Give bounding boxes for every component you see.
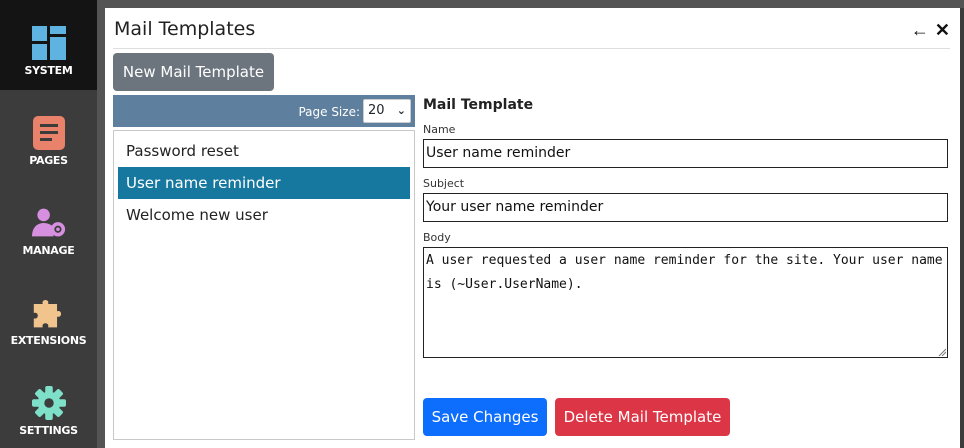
top-border: [105, 0, 964, 8]
pages-icon: [32, 116, 66, 150]
mail-template-list: Password reset User name reminder Welcom…: [113, 130, 415, 440]
sidebar: SYSTEM PAGES MANAGE EXTENSIONS SETTINGS: [0, 0, 97, 448]
page-size-value: 20: [368, 103, 385, 118]
sidebar-item-settings[interactable]: SETTINGS: [0, 360, 97, 448]
list-item[interactable]: Welcome new user: [118, 199, 410, 231]
gear-icon: [31, 386, 66, 420]
divider: [113, 48, 950, 49]
subject-field[interactable]: Your user name reminder: [423, 193, 948, 222]
form-title: Mail Template: [423, 97, 534, 113]
sidebar-item-label: MANAGE: [22, 244, 75, 257]
arrow-left-icon[interactable]: ←: [911, 20, 929, 40]
sidebar-item-label: SETTINGS: [19, 424, 78, 437]
body-textarea[interactable]: A user requested a user name reminder fo…: [423, 247, 948, 358]
body-label: Body: [423, 231, 451, 244]
list-item[interactable]: Password reset: [118, 135, 410, 167]
list-item[interactable]: User name reminder: [118, 167, 410, 199]
page-size-select[interactable]: 20 ⌄: [363, 99, 411, 123]
new-mail-template-button[interactable]: New Mail Template: [113, 53, 274, 91]
page-title: Mail Templates: [114, 18, 256, 40]
puzzle-icon: [32, 296, 66, 330]
sidebar-item-extensions[interactable]: EXTENSIONS: [0, 270, 97, 360]
sidebar-item-pages[interactable]: PAGES: [0, 90, 97, 180]
sidebar-divider: [97, 0, 105, 448]
close-icon[interactable]: ✕: [935, 20, 950, 40]
chevron-down-icon: ⌄: [396, 104, 406, 117]
manage-users-icon: [31, 206, 66, 240]
mail-templates-panel: Mail Templates ← ✕ New Mail Template Pag…: [105, 8, 960, 448]
sidebar-item-label: PAGES: [29, 154, 68, 167]
name-field[interactable]: User name reminder: [423, 139, 948, 168]
sidebar-item-label: SYSTEM: [24, 64, 73, 77]
system-icon: [31, 26, 66, 60]
resize-grip-icon[interactable]: [938, 348, 946, 356]
sidebar-item-manage[interactable]: MANAGE: [0, 180, 97, 270]
name-label: Name: [423, 123, 456, 136]
subject-label: Subject: [423, 177, 465, 190]
list-header: Page Size: 20 ⌄: [113, 95, 415, 127]
save-changes-button[interactable]: Save Changes: [423, 398, 547, 436]
sidebar-item-label: EXTENSIONS: [10, 334, 87, 347]
delete-mail-template-button[interactable]: Delete Mail Template: [555, 398, 730, 436]
panel-controls: ← ✕: [911, 20, 950, 40]
sidebar-item-system[interactable]: SYSTEM: [0, 0, 97, 90]
page-size-label: Page Size:: [298, 105, 360, 119]
body-text: A user requested a user name reminder fo…: [426, 253, 943, 292]
